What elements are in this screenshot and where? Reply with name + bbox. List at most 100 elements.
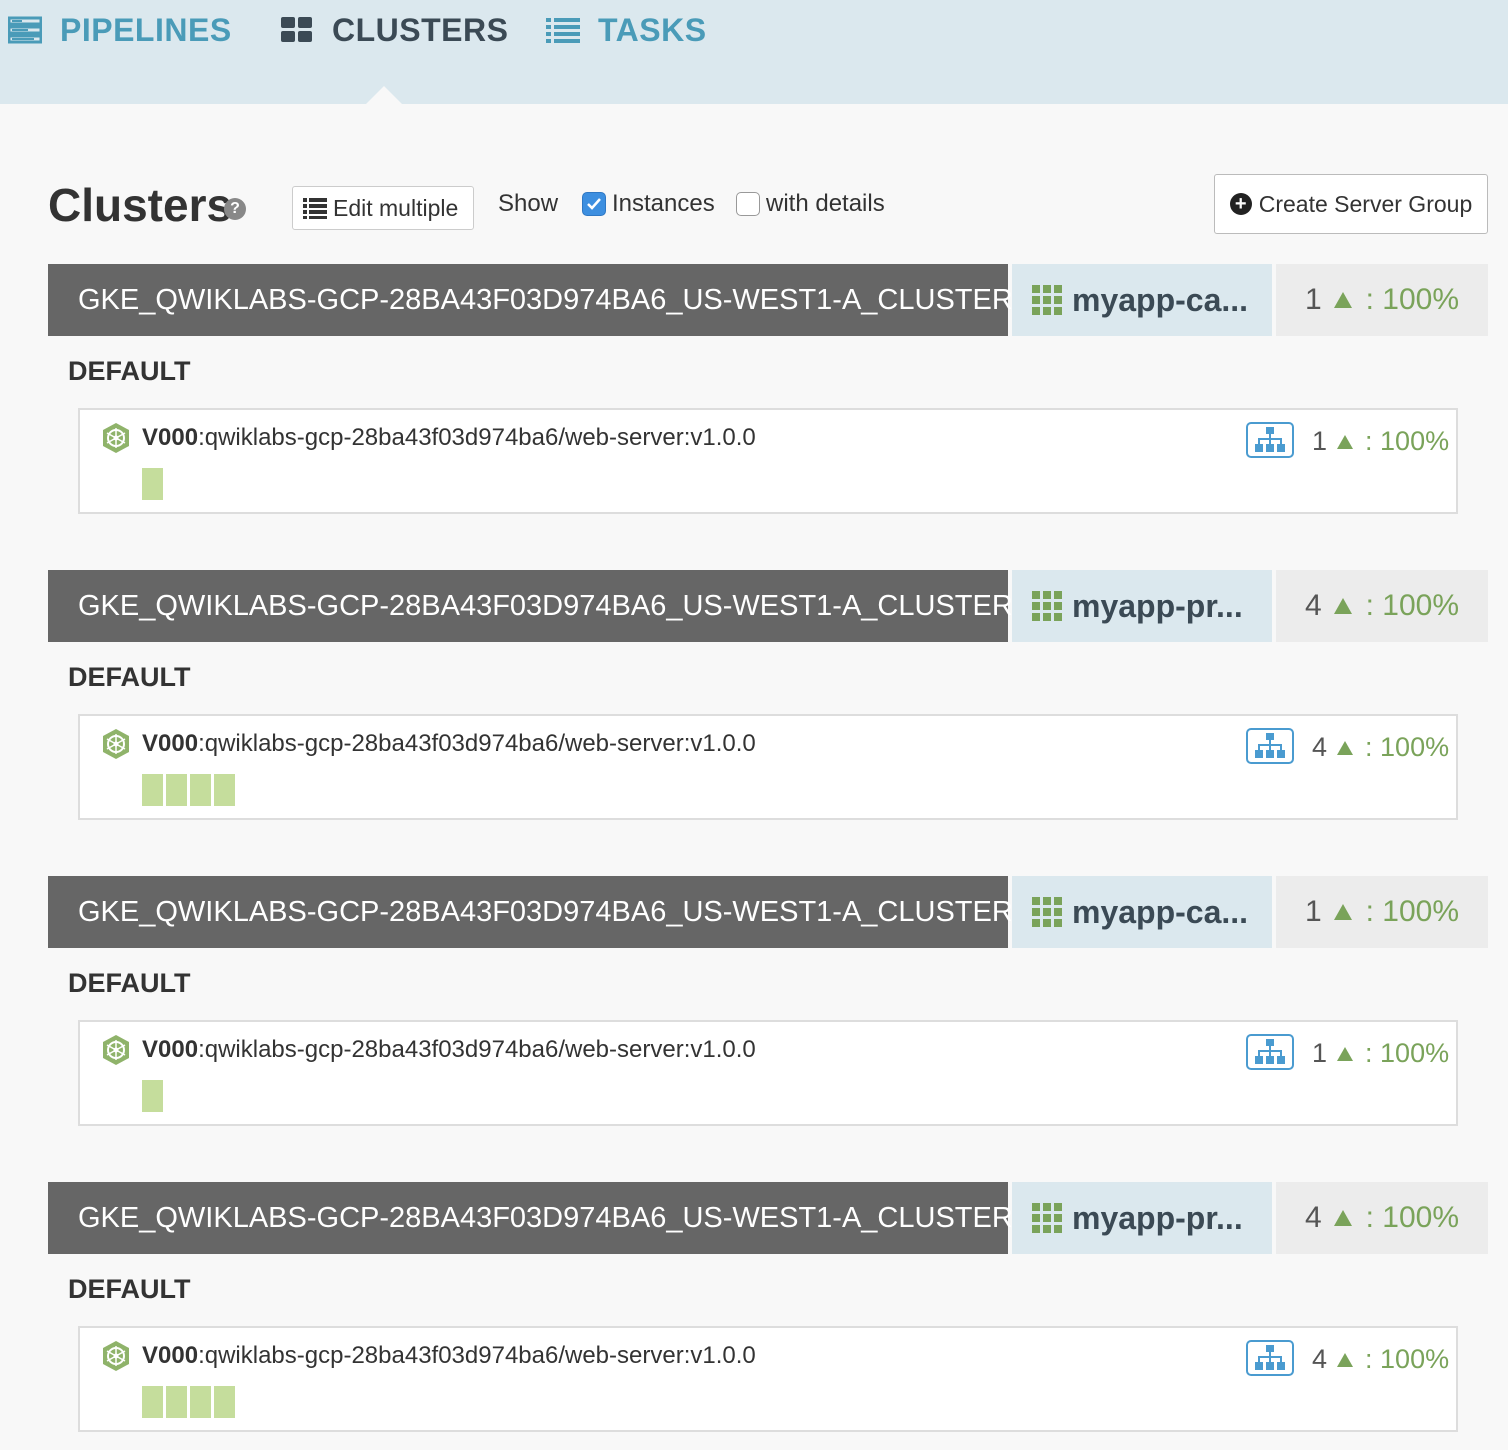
server-group-health: 1 : 100%: [1312, 1038, 1449, 1069]
cluster-name[interactable]: GKE_QWIKLABS-GCP-28BA43F03D974BA6_US-WES…: [48, 876, 1039, 948]
up-triangle-icon: [1333, 1210, 1352, 1226]
sitemap-icon: [1255, 427, 1285, 452]
load-balancer-button[interactable]: [1246, 422, 1294, 458]
instances-toggle[interactable]: Instances: [582, 190, 715, 218]
server-group-name[interactable]: V000:qwiklabs-gcp-28ba43f03d974ba6/web-s…: [142, 424, 756, 452]
list-icon: [303, 198, 327, 219]
edit-multiple-button[interactable]: Edit multiple: [292, 186, 474, 230]
application-link[interactable]: myapp-pr...: [1012, 1182, 1272, 1254]
kubernetes-icon: [103, 423, 129, 453]
application-name: myapp-pr...: [1072, 587, 1243, 624]
sitemap-icon: [1255, 1039, 1285, 1064]
edit-multiple-label: Edit multiple: [333, 194, 459, 221]
up-triangle-icon: [1333, 292, 1352, 308]
tasks-icon: [546, 18, 580, 43]
instance-list: [142, 1386, 238, 1418]
instance-healthy[interactable]: [142, 774, 163, 806]
cluster-name[interactable]: GKE_QWIKLABS-GCP-28BA43F03D974BA6_US-WES…: [48, 570, 1039, 642]
server-group-health: 4 : 100%: [1312, 1344, 1449, 1375]
cluster-name[interactable]: GKE_QWIKLABS-GCP-28BA43F03D974BA6_US-WES…: [48, 264, 1039, 336]
show-label: Show: [498, 190, 559, 217]
cluster-block: GKE_QWIKLABS-GCP-28BA43F03D974BA6_US-WES…: [48, 570, 1488, 820]
application-link[interactable]: myapp-pr...: [1012, 570, 1272, 642]
plus-circle-icon: +: [1229, 193, 1252, 215]
load-balancer-button[interactable]: [1246, 1034, 1294, 1070]
kubernetes-icon: [103, 729, 129, 759]
cluster-name[interactable]: GKE_QWIKLABS-GCP-28BA43F03D974BA6_US-WES…: [48, 1182, 1039, 1254]
instances-label: Instances: [612, 190, 715, 217]
nav-tab-pipelines-label: PIPELINES: [60, 11, 232, 48]
pipelines-icon: [8, 16, 42, 44]
cluster-instance-count: 4: [1304, 1201, 1322, 1234]
instance-healthy[interactable]: [214, 774, 235, 806]
check-icon: [587, 198, 601, 210]
server-group-health: 1 : 100%: [1312, 426, 1449, 457]
up-triangle-icon: [1333, 904, 1352, 920]
server-group-instance-count: 4: [1312, 732, 1328, 762]
instances-checkbox[interactable]: [582, 192, 606, 216]
server-group-health-percent: : 100%: [1365, 1344, 1450, 1374]
server-group-card[interactable]: V000:qwiklabs-gcp-28ba43f03d974ba6/web-s…: [78, 1020, 1458, 1126]
up-triangle-icon: [1337, 434, 1354, 449]
cluster-health-percent: : 100%: [1365, 283, 1460, 316]
nav-tab-pipelines[interactable]: PIPELINES: [8, 10, 232, 50]
cluster-health: 4 : 100%: [1276, 1182, 1488, 1254]
server-group-name[interactable]: V000:qwiklabs-gcp-28ba43f03d974ba6/web-s…: [142, 1036, 756, 1064]
instance-healthy[interactable]: [190, 774, 211, 806]
server-group-health-percent: : 100%: [1365, 426, 1450, 456]
instance-healthy[interactable]: [166, 1386, 187, 1418]
nav-tab-clusters[interactable]: CLUSTERS: [280, 10, 508, 50]
application-name: myapp-ca...: [1072, 281, 1249, 318]
application-link[interactable]: myapp-ca...: [1012, 264, 1272, 336]
cluster-block: GKE_QWIKLABS-GCP-28BA43F03D974BA6_US-WES…: [48, 876, 1488, 1126]
application-link[interactable]: myapp-ca...: [1012, 876, 1272, 948]
help-icon[interactable]: ?: [224, 198, 246, 220]
server-group-name[interactable]: V000:qwiklabs-gcp-28ba43f03d974ba6/web-s…: [142, 730, 756, 758]
nav-tab-tasks[interactable]: TASKS: [546, 10, 707, 50]
region-group-label: DEFAULT: [68, 1274, 191, 1304]
grid-icon: [1032, 285, 1062, 315]
instance-healthy[interactable]: [214, 1386, 235, 1418]
region-group-label: DEFAULT: [68, 662, 191, 692]
load-balancer-button[interactable]: [1246, 1340, 1294, 1376]
top-nav: PIPELINES CLUSTERS TASKS: [0, 0, 1508, 104]
cluster-health: 1 : 100%: [1276, 264, 1488, 336]
details-toggle[interactable]: with details: [736, 190, 885, 218]
cluster-health: 4 : 100%: [1276, 570, 1488, 642]
instance-list: [142, 774, 238, 806]
server-group-health-percent: : 100%: [1365, 732, 1450, 762]
up-triangle-icon: [1333, 598, 1352, 614]
instance-healthy[interactable]: [142, 1386, 163, 1418]
create-server-group-button[interactable]: + Create Server Group: [1214, 174, 1488, 234]
up-triangle-icon: [1337, 1046, 1354, 1061]
cluster-health: 1 : 100%: [1276, 876, 1488, 948]
grid-icon: [1032, 591, 1062, 621]
server-group-instance-count: 1: [1312, 426, 1328, 456]
application-name: myapp-ca...: [1072, 893, 1249, 930]
region-group-label: DEFAULT: [68, 356, 191, 386]
grid-icon: [1032, 1203, 1062, 1233]
kubernetes-icon: [103, 1341, 129, 1371]
server-group-name[interactable]: V000:qwiklabs-gcp-28ba43f03d974ba6/web-s…: [142, 1342, 756, 1370]
instance-healthy[interactable]: [190, 1386, 211, 1418]
cluster-block: GKE_QWIKLABS-GCP-28BA43F03D974BA6_US-WES…: [48, 264, 1488, 514]
instance-healthy[interactable]: [142, 468, 163, 500]
active-tab-caret: [366, 86, 402, 104]
server-group-health: 4 : 100%: [1312, 732, 1449, 763]
server-group-card[interactable]: V000:qwiklabs-gcp-28ba43f03d974ba6/web-s…: [78, 714, 1458, 820]
cluster-block: GKE_QWIKLABS-GCP-28BA43F03D974BA6_US-WES…: [48, 1182, 1488, 1432]
server-group-card[interactable]: V000:qwiklabs-gcp-28ba43f03d974ba6/web-s…: [78, 1326, 1458, 1432]
details-label: with details: [766, 190, 885, 217]
cluster-instance-count: 4: [1304, 589, 1322, 622]
up-triangle-icon: [1337, 740, 1354, 755]
cluster-health-percent: : 100%: [1365, 589, 1460, 622]
details-checkbox[interactable]: [736, 192, 760, 216]
sitemap-icon: [1255, 1345, 1285, 1370]
instance-healthy[interactable]: [142, 1080, 163, 1112]
nav-tab-clusters-label: CLUSTERS: [332, 11, 509, 48]
load-balancer-button[interactable]: [1246, 728, 1294, 764]
instance-healthy[interactable]: [166, 774, 187, 806]
server-group-health-percent: : 100%: [1365, 1038, 1450, 1068]
kubernetes-icon: [103, 1035, 129, 1065]
server-group-card[interactable]: V000:qwiklabs-gcp-28ba43f03d974ba6/web-s…: [78, 408, 1458, 514]
